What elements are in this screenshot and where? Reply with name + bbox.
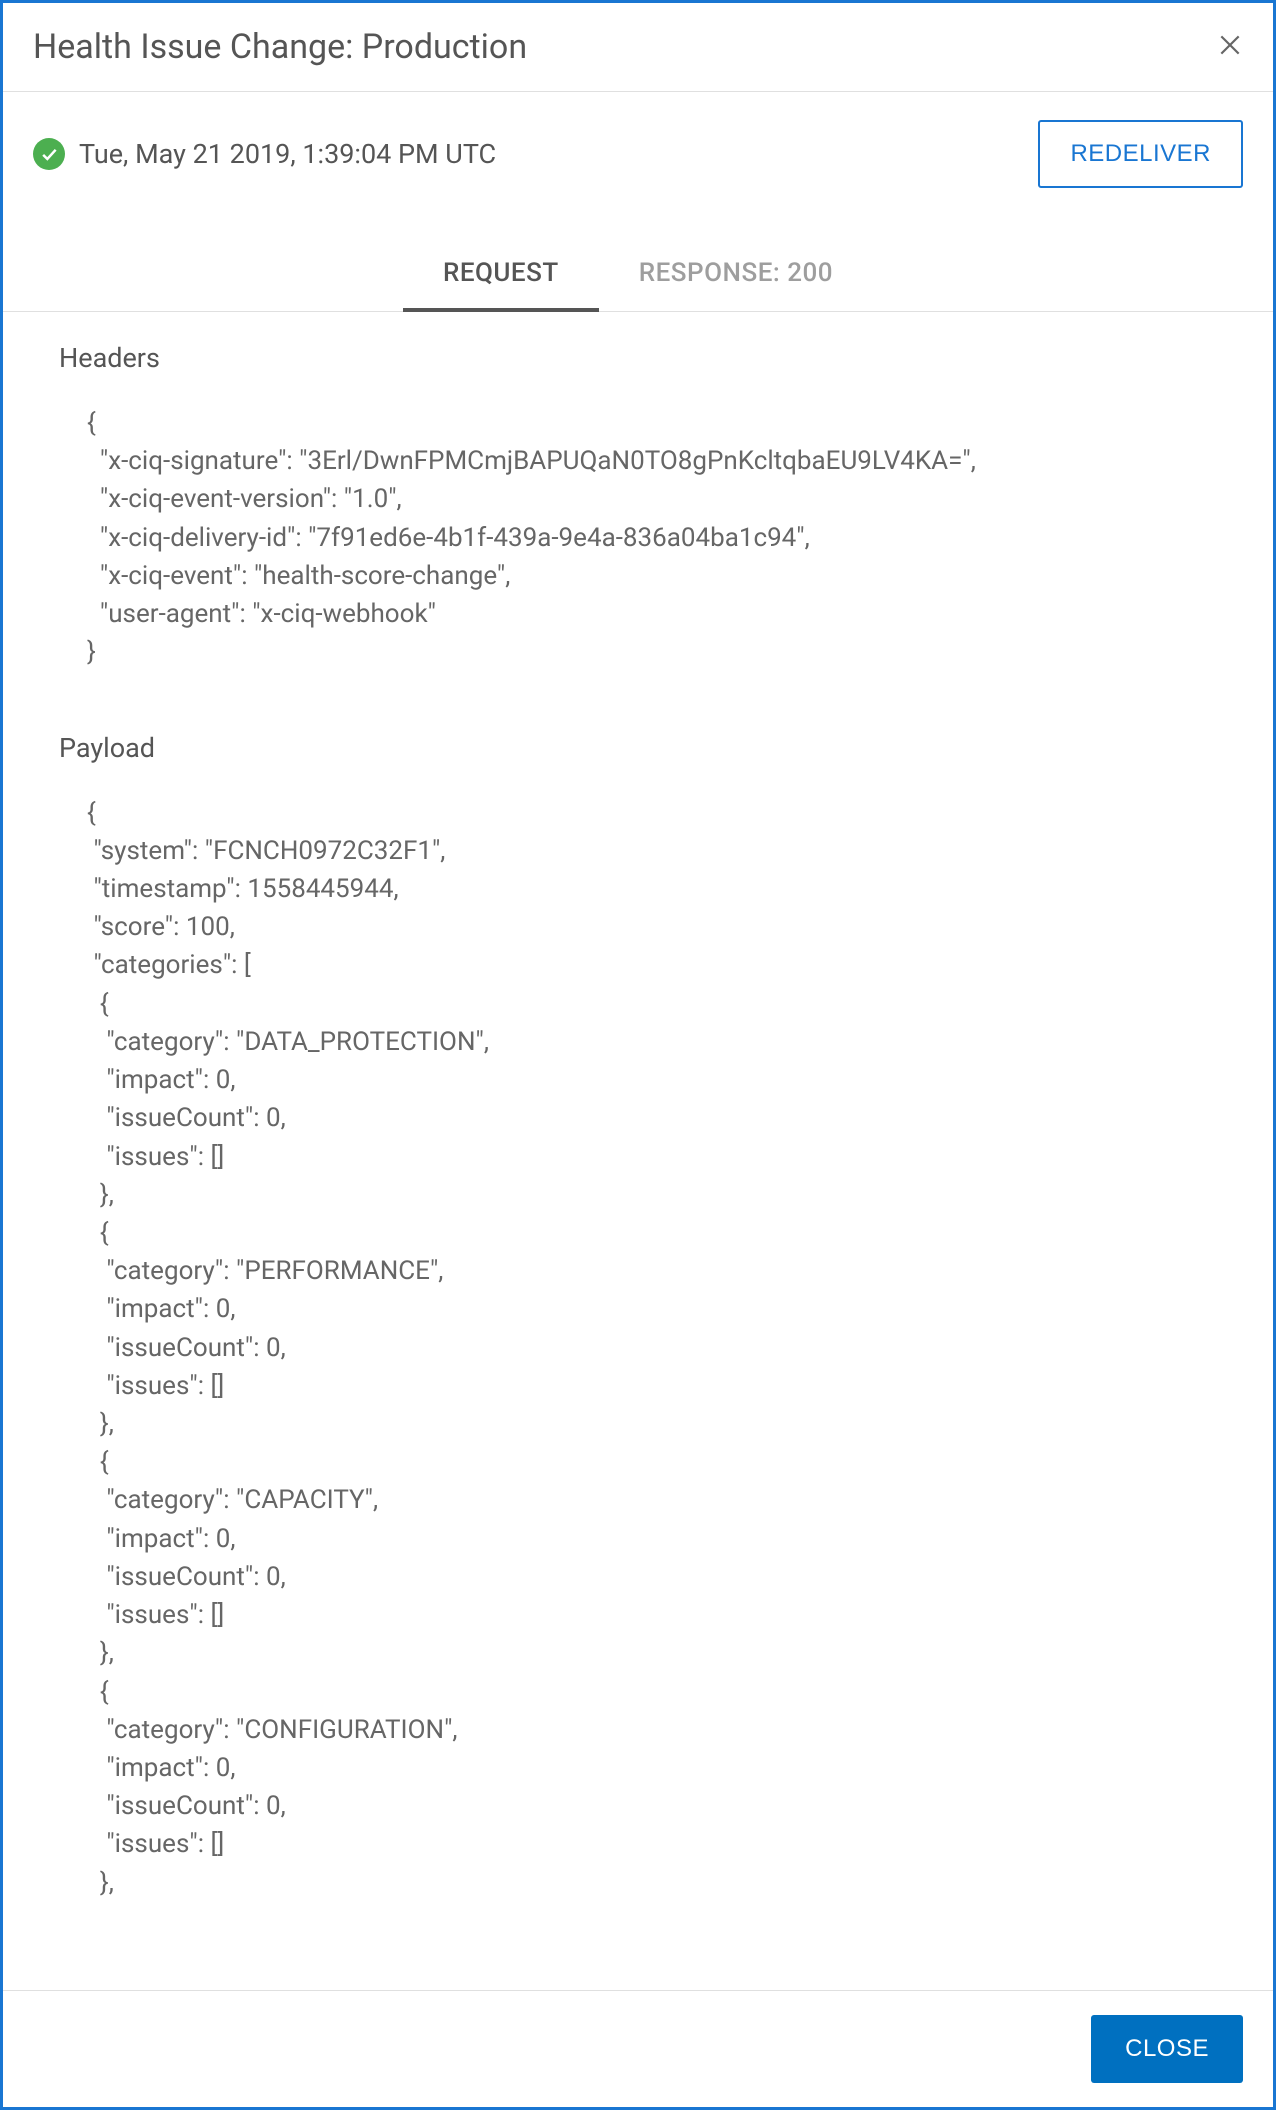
success-check-icon bbox=[33, 138, 65, 170]
request-content-scroll[interactable]: Headers { "x-ciq-signature": "3Erl/DwnFP… bbox=[3, 312, 1273, 1990]
status-row: Tue, May 21 2019, 1:39:04 PM UTC REDELIV… bbox=[3, 92, 1273, 208]
tabs: REQUEST RESPONSE: 200 bbox=[3, 208, 1273, 312]
headers-code-block: { "x-ciq-signature": "3Erl/DwnFPMCmjBAPU… bbox=[87, 404, 1217, 672]
close-icon[interactable] bbox=[1217, 30, 1243, 64]
headers-heading: Headers bbox=[59, 342, 1217, 374]
status-left: Tue, May 21 2019, 1:39:04 PM UTC bbox=[33, 138, 496, 170]
dialog-title: Health Issue Change: Production bbox=[33, 27, 527, 67]
dialog-header: Health Issue Change: Production bbox=[3, 3, 1273, 92]
dialog-footer: CLOSE bbox=[3, 1990, 1273, 2107]
tab-response[interactable]: RESPONSE: 200 bbox=[599, 238, 873, 312]
close-button[interactable]: CLOSE bbox=[1091, 2015, 1243, 2083]
payload-code-block: { "system": "FCNCH0972C32F1", "timestamp… bbox=[87, 794, 1217, 1902]
tab-request[interactable]: REQUEST bbox=[403, 238, 599, 312]
payload-heading: Payload bbox=[59, 732, 1217, 764]
redeliver-button[interactable]: REDELIVER bbox=[1038, 120, 1243, 188]
delivery-timestamp: Tue, May 21 2019, 1:39:04 PM UTC bbox=[79, 138, 496, 170]
